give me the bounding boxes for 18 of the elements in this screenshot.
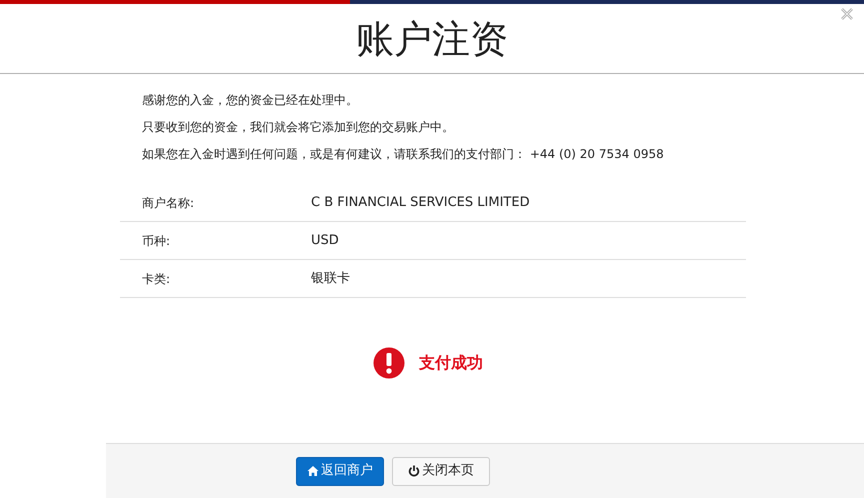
home-icon	[307, 465, 319, 477]
field-label: 卡类:	[142, 270, 172, 288]
close-button[interactable]	[840, 7, 854, 21]
field-label: 商户名称:	[142, 194, 196, 212]
return-button[interactable]: 返回商户	[296, 456, 384, 486]
dialog-title: 账户注资	[356, 20, 508, 58]
close-page-button[interactable]: 关闭本页	[392, 456, 490, 486]
field-value: 银联卡	[311, 270, 350, 288]
close-icon	[840, 7, 854, 21]
message-text: 只要收到您的资金，我们就会将它添加到您的交易账户中。	[142, 119, 455, 135]
message-text: 感谢您的入金，您的资金已经在处理中。	[142, 92, 359, 108]
status-text: 支付成功	[419, 352, 483, 374]
message-text: 如果您在入金时遇到任何问题，或是有何建议，请联系我们的支付部门： +44 (0) 20 7534 0958	[142, 146, 665, 162]
alert-icon	[373, 347, 405, 379]
field-value: USD	[311, 232, 339, 250]
power-icon	[408, 465, 420, 477]
field-label: 币种:	[142, 232, 172, 250]
field-value: C B FINANCIAL SERVICES LIMITED	[311, 194, 530, 212]
